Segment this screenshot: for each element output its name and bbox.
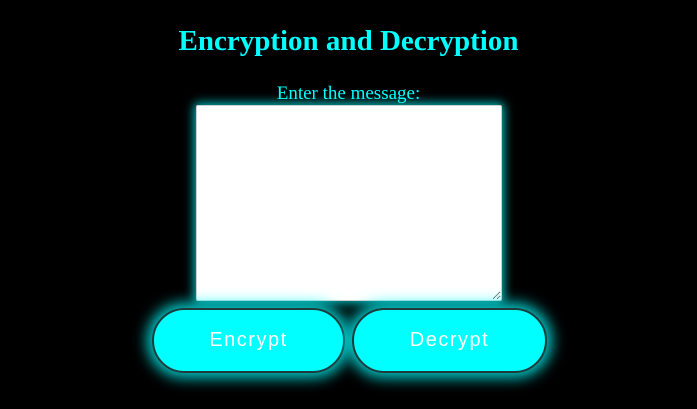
message-textarea[interactable] <box>196 105 502 301</box>
decrypt-button-label: Decrypt <box>409 329 490 351</box>
encrypt-button-label: Encrypt <box>209 329 288 351</box>
decrypt-button[interactable]: Decrypt <box>352 308 547 373</box>
page-title: Encryption and Decryption <box>178 25 519 57</box>
encrypt-button[interactable]: Encrypt <box>152 308 345 373</box>
page: Encryption and Decryption Enter the mess… <box>0 0 697 409</box>
message-label: Enter the message: <box>276 83 421 104</box>
